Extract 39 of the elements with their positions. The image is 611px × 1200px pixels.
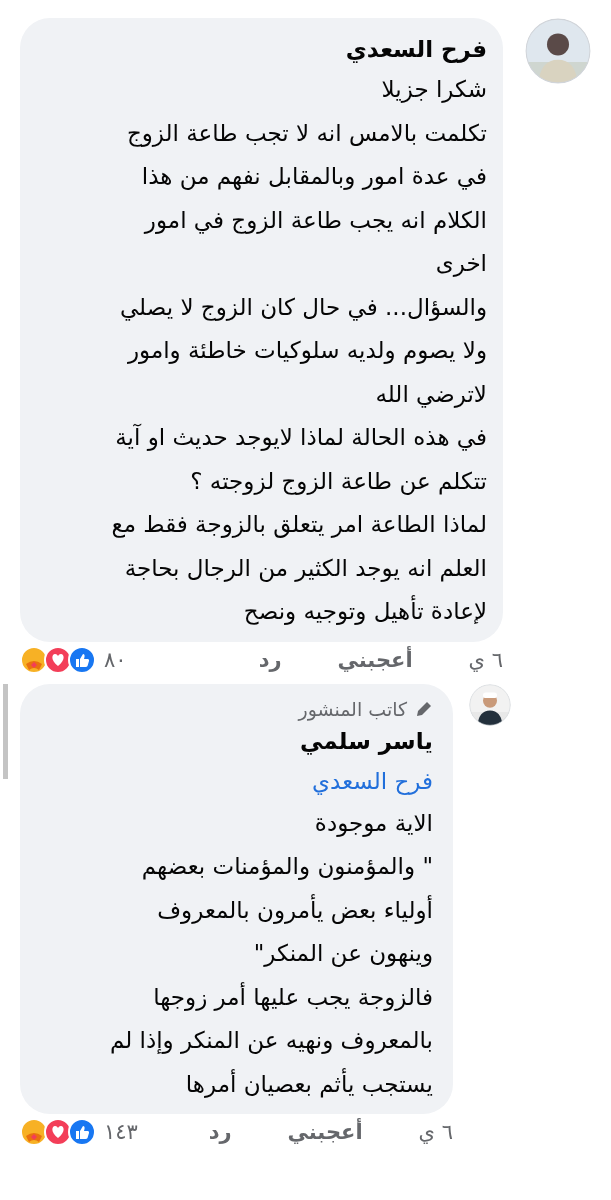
comment-text: في هذه الحالة لماذا لايوجد حديث او آية — [114, 423, 487, 453]
like-button[interactable]: أعجبني — [287, 1118, 363, 1146]
thumbs-up-reaction-icon — [68, 645, 96, 674]
reply-button[interactable]: رد — [208, 1118, 232, 1146]
comment-text: " والمؤمنون والمؤمنات بعضهم — [140, 852, 433, 882]
comment-text: الكلام انه يجب طاعة الزوج في امور — [142, 205, 487, 236]
comment-text: تتكلم عن طاعة الزوج لزوجته ؟ — [189, 466, 487, 497]
comment-time: ٦ ي — [418, 1119, 453, 1146]
comment-text: بالمعروف ونهيه عن المنكر وإذا لم — [108, 1026, 433, 1056]
author-name[interactable]: فرح السعدي — [32, 30, 487, 68]
thumbs-up-reaction-icon — [68, 1118, 96, 1146]
reply-button[interactable]: رد — [258, 645, 282, 674]
comment-text: وينهون عن المنكر" — [252, 939, 433, 969]
comment-text: شكرا جزيلا — [380, 75, 487, 105]
hug-reaction-icon — [20, 1118, 48, 1146]
reaction-count: ١٤٣ — [104, 1119, 138, 1146]
comment-text: فالزوجة يجب عليها أمر زوجها — [152, 981, 433, 1013]
pen-icon — [415, 699, 433, 718]
author-label: كاتب المنشور — [298, 696, 407, 722]
heart-reaction-icon — [44, 645, 72, 674]
mention-link[interactable]: فرح السعدي — [32, 759, 433, 802]
comment-text: أولياء بعض يأمرون بالمعروف — [156, 893, 433, 926]
comment-text: العلم انه يوجد الكثير من الرجال بحاجة — [123, 553, 487, 584]
heart-reaction-icon — [44, 1118, 72, 1146]
comment-text: لاترضي الله — [374, 379, 487, 410]
reaction-count: ٨٠ — [104, 646, 127, 674]
comment-text: لماذا الطاعة امر يتعلق بالزوجة فقط مع — [110, 510, 487, 540]
comment-time: ٦ ي — [468, 646, 503, 674]
author-name[interactable]: ياسر سلمي — [32, 721, 433, 760]
comment-text: والسؤال... في حال كان الزوج لا يصلي — [118, 292, 487, 323]
comment-text: الاية موجودة — [313, 808, 433, 839]
comment-text: تكلمت بالامس انه لا تجب طاعة الزوج — [125, 118, 487, 149]
comment-text: اخرى — [434, 249, 487, 279]
hug-reaction-icon — [20, 645, 48, 674]
comment-text: لإعادة تأهيل وتوجيه ونصح — [32, 590, 487, 634]
comment-text: ولا يصوم ولديه سلوكيات خاطئة وامور — [126, 336, 487, 366]
comment-text: يستجب يأثم بعصيان أمرها — [184, 1067, 433, 1100]
comment-text: في عدة امور وبالمقابل نفهم من هذا — [140, 162, 487, 192]
like-button[interactable]: أعجبني — [337, 645, 413, 674]
